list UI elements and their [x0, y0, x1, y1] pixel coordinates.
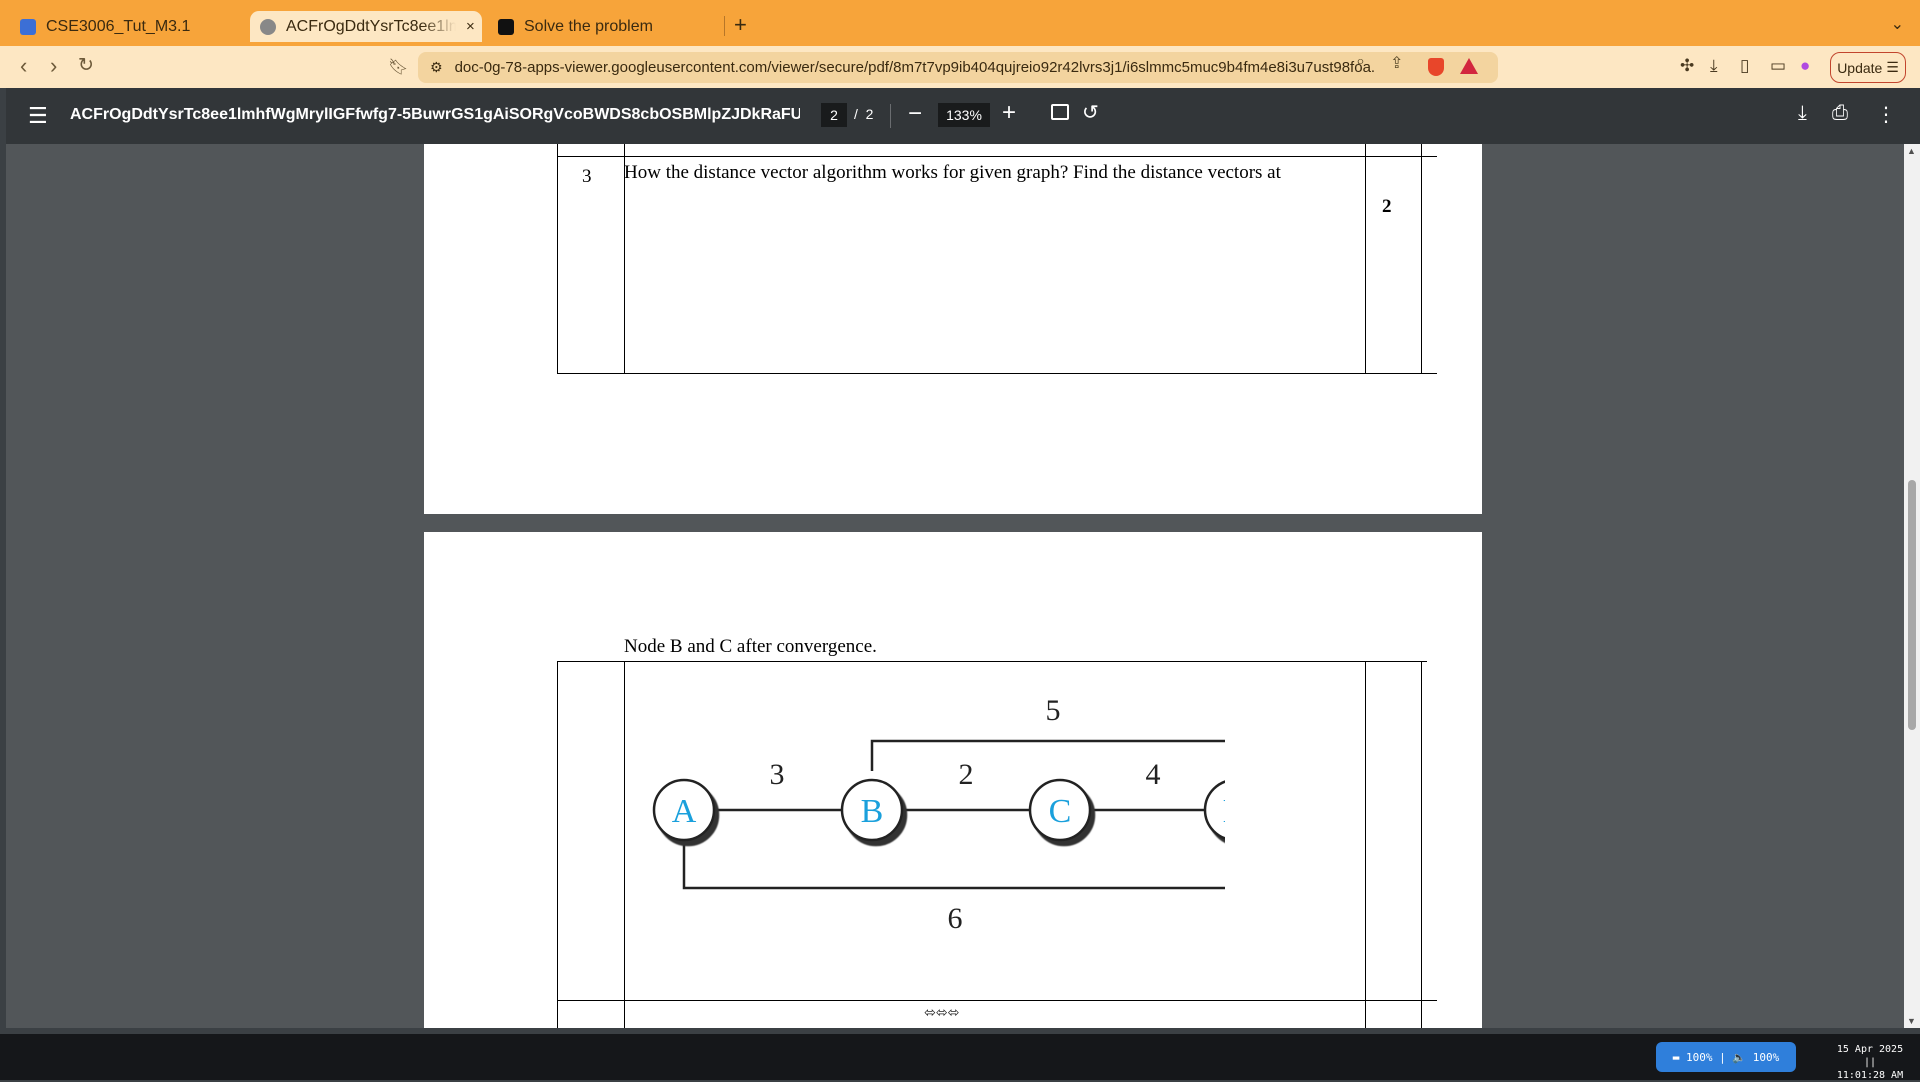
share-icon[interactable]: ⇪: [1390, 53, 1403, 73]
google-classroom-icon: [20, 18, 36, 35]
url-text: doc-0g-78-apps-viewer.googleusercontent.…: [454, 59, 1375, 76]
pdf-viewport[interactable]: 3 How the distance vector algorithm work…: [6, 144, 1904, 1028]
toolbar-divider: [890, 104, 891, 128]
tab-label: Solve the problem: [524, 17, 653, 35]
clock-date: 15 Apr 2025 ||: [1836, 1044, 1904, 1068]
download-icon[interactable]: ⤓: [1710, 56, 1718, 76]
more-options-icon[interactable]: ⋮: [1876, 102, 1896, 127]
clock[interactable]: 15 Apr 2025 || 11:01:28 AM: [1830, 1043, 1910, 1082]
menu-icon: ☰: [1886, 59, 1899, 75]
question-number: 3: [582, 166, 592, 187]
weight-a-b: 3: [770, 758, 785, 791]
download-pdf-icon[interactable]: ⤓: [1798, 102, 1807, 125]
node-c: C: [1028, 778, 1092, 842]
page-separator: /: [854, 106, 858, 122]
site-settings-icon[interactable]: ⚙: [430, 59, 443, 76]
tab-divider: [724, 16, 725, 36]
table-rule: [557, 144, 558, 374]
print-icon[interactable]: ⎙: [1832, 102, 1848, 125]
wallet-icon[interactable]: ▭: [1770, 56, 1786, 76]
page-number-input[interactable]: 2: [821, 103, 847, 127]
weight-c-d: 4: [1146, 758, 1161, 791]
weight-b-d: 5: [1046, 694, 1061, 727]
edge-b-d: [870, 739, 1225, 771]
leo-ai-icon[interactable]: ●: [1800, 56, 1810, 76]
table-rule: [557, 156, 1437, 157]
sidebar-icon[interactable]: ▯: [1740, 56, 1749, 76]
pdf-toolbar: ☰ ACFrOgDdtYsrTc8ee1lmhfWgMrylIGFfwfg7-5…: [6, 88, 1920, 144]
zoom-lens-icon[interactable]: ⌕: [1356, 53, 1365, 71]
question-text: How the distance vector algorithm works …: [624, 162, 1281, 183]
pdf-page-2: Node B and C after convergence. A B C 3 …: [424, 532, 1482, 1028]
tab-search-chevron-icon[interactable]: ⌄: [1891, 14, 1904, 34]
bookmark-icon[interactable]: 🔖︎: [388, 56, 408, 80]
node-b: B: [840, 778, 904, 842]
new-tab-button[interactable]: +: [734, 12, 747, 38]
hamburger-menu-icon[interactable]: ☰: [28, 103, 48, 129]
tab-pdf-active[interactable]: ACFrOgDdtYsrTc8ee1lmI ×: [250, 11, 482, 42]
fit-to-page-icon[interactable]: [1051, 104, 1069, 120]
battery-volume-status[interactable]: ▬ 100% | 🔈 100%: [1656, 1042, 1796, 1072]
reload-icon[interactable]: ↻: [78, 54, 94, 78]
scroll-thumb[interactable]: [1908, 480, 1916, 730]
page-count: 2: [865, 106, 874, 122]
table-rule: [557, 373, 1437, 374]
network-graph: A B C D 3 2 4 5 6: [652, 694, 1225, 935]
close-tab-icon[interactable]: ×: [466, 18, 475, 35]
globe-icon: [260, 18, 276, 35]
weight-a-d: 6: [948, 902, 963, 935]
scroll-up-icon[interactable]: ▲: [1907, 146, 1916, 156]
brave-rewards-icon[interactable]: [1460, 58, 1478, 74]
vertical-scrollbar[interactable]: ▲ ▼: [1904, 144, 1920, 1028]
system-taskbar: ▬ 100% | 🔈 100% 15 Apr 2025 || 11:01:28 …: [0, 1034, 1920, 1082]
clock-time: 11:01:28 AM: [1836, 1070, 1904, 1081]
page-footer-glyphs: ⬄⬄⬄: [924, 1004, 960, 1020]
pdf-page-1: 3 How the distance vector algorithm work…: [424, 144, 1482, 514]
back-icon[interactable]: ‹: [20, 54, 27, 78]
tab-cse3006[interactable]: CSE3006_Tut_M3.1: [20, 11, 240, 42]
table-rule: [1365, 661, 1366, 1028]
weight-b-c: 2: [959, 758, 974, 791]
tab-label: ACFrOgDdtYsrTc8ee1lmI: [286, 17, 456, 35]
question-continuation: Node B and C after convergence.: [624, 636, 877, 657]
document-title: ACFrOgDdtYsrTc8ee1lmhfWgMrylIGFfwfg7-5Bu…: [70, 106, 800, 123]
node-a-label: A: [672, 793, 697, 830]
table-rule: [1421, 661, 1422, 1028]
edge-a-d: [682, 820, 1225, 890]
node-d: D: [1203, 780, 1225, 840]
update-label: Update: [1837, 59, 1883, 76]
zoom-out-button[interactable]: −: [908, 100, 922, 128]
tab-solve-problem[interactable]: Solve the problem: [498, 11, 718, 42]
scroll-down-icon[interactable]: ▼: [1907, 1016, 1916, 1026]
table-rule: [557, 661, 558, 1028]
zoom-level-input[interactable]: 133%: [938, 103, 990, 127]
page-total: / 2: [854, 106, 873, 122]
address-bar[interactable]: ⚙ doc-0g-78-apps-viewer.googleuserconten…: [418, 52, 1498, 83]
rotate-icon[interactable]: ↺: [1082, 100, 1099, 125]
extensions-icon[interactable]: ✣: [1680, 56, 1694, 76]
update-button[interactable]: Update ☰: [1830, 52, 1906, 83]
node-c-label: C: [1049, 793, 1072, 830]
table-rule: [1421, 144, 1422, 374]
forward-icon[interactable]: ›: [50, 54, 57, 78]
table-rule: [557, 1000, 1437, 1001]
tab-label: CSE3006_Tut_M3.1: [46, 17, 191, 35]
browser-toolbar: ‹ › ↻ 🔖︎ ⚙ doc-0g-78-apps-viewer.googleu…: [0, 46, 1920, 88]
chatgpt-icon: [498, 18, 514, 35]
brave-shields-icon[interactable]: [1428, 58, 1444, 76]
node-b-label: B: [861, 793, 884, 830]
browser-tab-strip: CSE3006_Tut_M3.1 ACFrOgDdtYsrTc8ee1lmI ×…: [0, 0, 1920, 46]
node-a: A: [652, 778, 716, 842]
table-rule: [1365, 144, 1366, 374]
node-d-label: D: [1223, 793, 1225, 830]
zoom-in-button[interactable]: +: [1002, 99, 1016, 127]
question-marks: 2: [1382, 196, 1392, 217]
